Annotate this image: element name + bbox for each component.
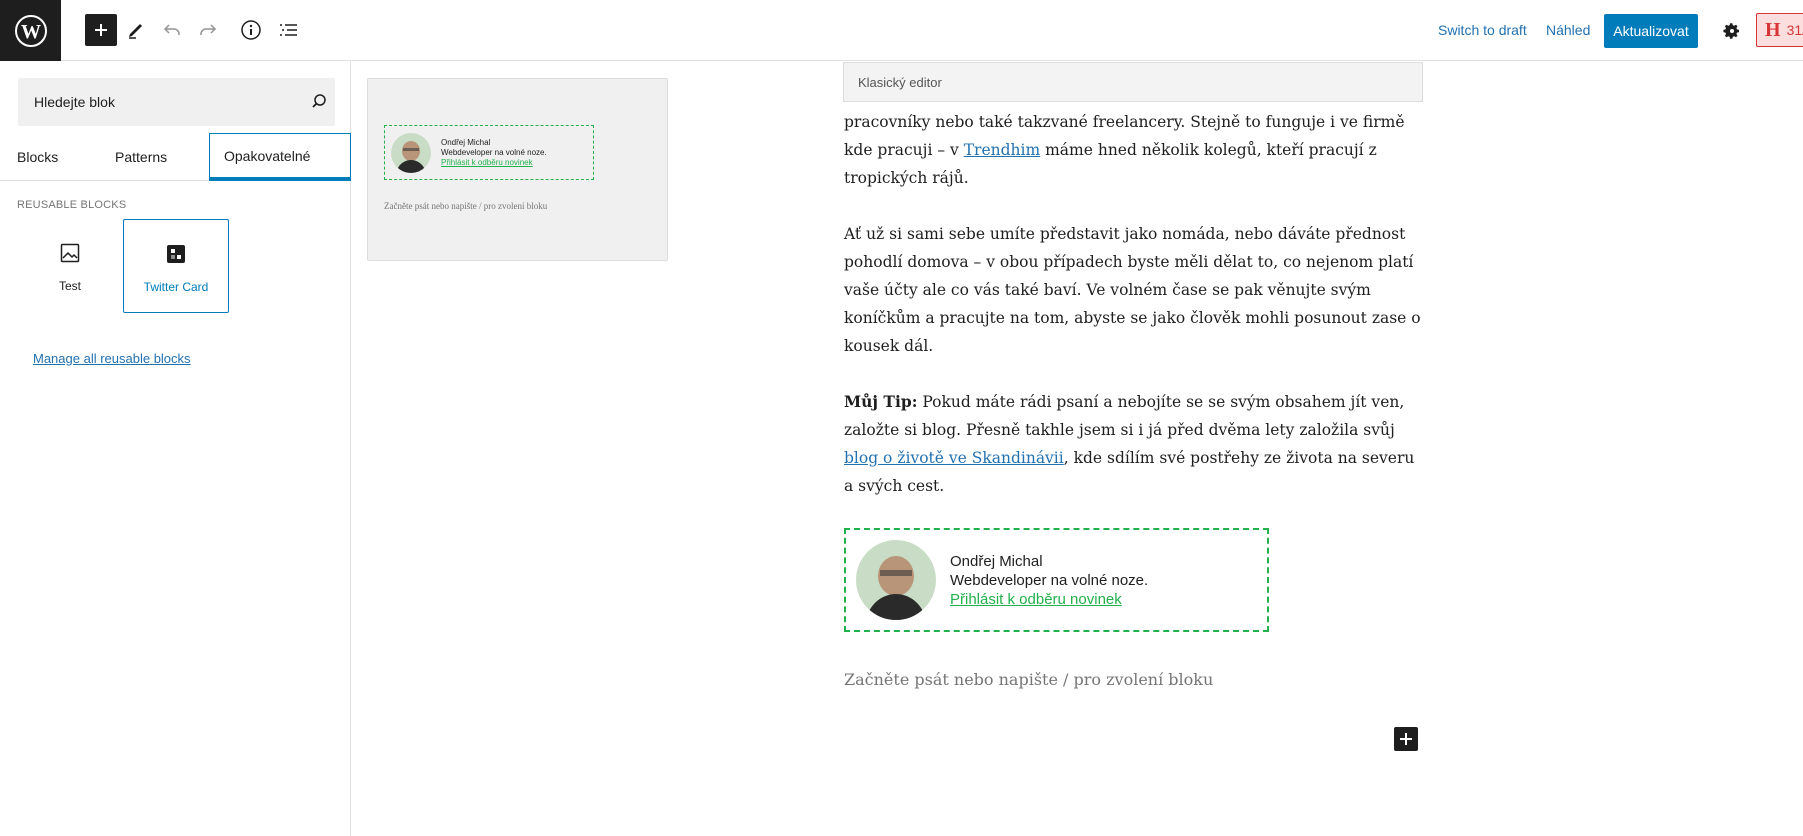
- block-item-label: Test: [58, 279, 81, 293]
- seo-score: 31/: [1786, 22, 1803, 38]
- empty-block-placeholder[interactable]: Začněte psát nebo napište / pro zvolení …: [844, 670, 1213, 689]
- edit-tools-icon[interactable]: [120, 14, 152, 46]
- redo-icon[interactable]: [192, 14, 224, 46]
- wordpress-logo-icon[interactable]: W: [0, 0, 61, 61]
- paragraph-text: Pokud máte rádi psaní a nebojíte se se s…: [844, 393, 1405, 439]
- classic-editor-label[interactable]: Klasický editor: [843, 62, 1423, 102]
- svg-text:W: W: [21, 21, 41, 43]
- avatar: [391, 132, 431, 173]
- switch-to-draft-button[interactable]: Switch to draft: [1438, 22, 1527, 38]
- preview-placeholder: Začněte psát nebo napište / pro zvolení …: [384, 201, 548, 211]
- editor-toolbar: W Switch to draft Náhled Aktualizovat H …: [0, 0, 1803, 61]
- tip-label: Můj Tip:: [844, 392, 918, 411]
- post-content: pracovníky nebo také takzvané freelancer…: [844, 108, 1426, 528]
- add-block-toggle-icon[interactable]: [85, 14, 117, 46]
- preview-card-subscribe-link: Přihlásit k odběru novinek: [441, 157, 533, 167]
- tab-patterns[interactable]: Patterns: [115, 133, 167, 181]
- twitter-card-block[interactable]: Ondřej Michal Webdeveloper na volné noze…: [844, 528, 1269, 632]
- avatar: [856, 540, 936, 620]
- trendhim-link[interactable]: Trendhim: [964, 141, 1040, 159]
- card-name: Ondřej Michal: [950, 552, 1043, 570]
- block-item-label: Twitter Card: [143, 280, 209, 294]
- block-preview: Ondřej Michal Webdeveloper na volné noze…: [367, 78, 668, 261]
- seo-score-badge[interactable]: H 31/: [1756, 13, 1803, 47]
- image-icon: [58, 241, 82, 265]
- preview-card-tagline: Webdeveloper na volné noze.: [441, 147, 547, 157]
- update-button[interactable]: Aktualizovat: [1604, 14, 1698, 48]
- list-view-icon[interactable]: [272, 14, 304, 46]
- block-inserter-panel: Blocks Patterns Opakovatelné REUSABLE BL…: [0, 61, 351, 836]
- block-item-twitter-card[interactable]: Twitter Card: [123, 219, 229, 313]
- undo-icon[interactable]: [156, 14, 188, 46]
- search-icon[interactable]: [310, 92, 328, 115]
- card-tagline: Webdeveloper na volné noze.: [950, 571, 1149, 589]
- preview-card-name: Ondřej Michal: [441, 137, 491, 147]
- block-search-input[interactable]: [18, 78, 288, 126]
- blog-link[interactable]: blog o životě ve Skandinávii: [844, 449, 1064, 467]
- subscribe-link[interactable]: Přihlásit k odběru novinek: [950, 590, 1148, 609]
- paragraph-block[interactable]: pracovníky nebo také takzvané freelancer…: [844, 108, 1426, 192]
- block-item-test[interactable]: Test: [17, 219, 123, 313]
- paragraph-block[interactable]: Ať už si sami sebe umíte představit jako…: [844, 220, 1426, 360]
- preview-button[interactable]: Náhled: [1546, 22, 1590, 38]
- preview-card-text: Ondřej Michal Webdeveloper na volné noze…: [441, 138, 547, 168]
- card-text: Ondřej Michal Webdeveloper na volné noze…: [950, 552, 1148, 609]
- tab-blocks[interactable]: Blocks: [17, 133, 58, 181]
- seo-h-icon: H: [1765, 18, 1781, 41]
- add-block-button[interactable]: [1394, 727, 1418, 751]
- preview-twitter-card: Ondřej Michal Webdeveloper na volné noze…: [384, 125, 594, 180]
- details-info-icon[interactable]: [235, 14, 267, 46]
- reusable-blocks-heading: REUSABLE BLOCKS: [17, 199, 127, 211]
- manage-reusable-blocks-link[interactable]: Manage all reusable blocks: [33, 351, 191, 366]
- inserter-tabs: Blocks Patterns Opakovatelné: [0, 133, 351, 181]
- settings-gear-icon[interactable]: [1716, 15, 1748, 47]
- paragraph-block[interactable]: Můj Tip: Pokud máte rádi psaní a nebojít…: [844, 388, 1426, 500]
- reusable-block-icon: [164, 242, 188, 266]
- tab-reusable[interactable]: Opakovatelné: [209, 133, 351, 181]
- block-search: [18, 78, 335, 126]
